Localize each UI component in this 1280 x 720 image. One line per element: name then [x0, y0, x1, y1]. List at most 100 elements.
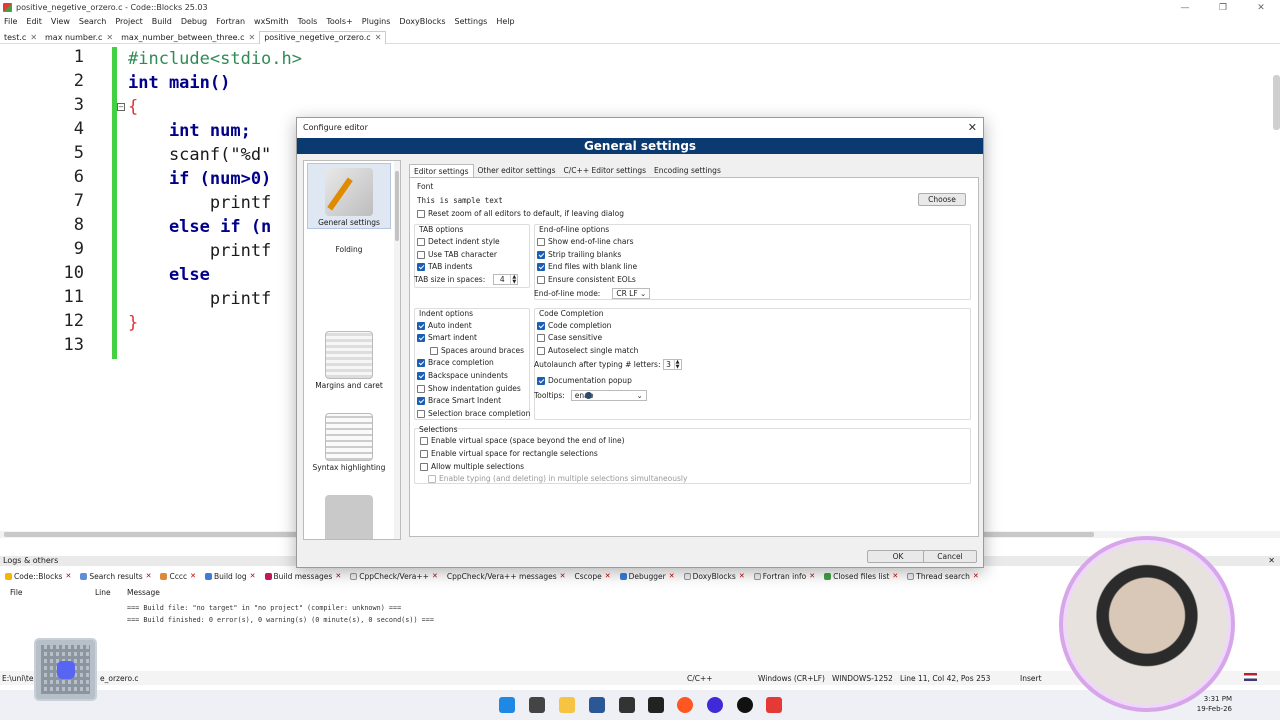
scroll-thumb[interactable]: [395, 171, 399, 241]
close-tab-icon[interactable]: ✕: [669, 572, 675, 580]
maximize-button[interactable]: ❐: [1204, 0, 1242, 15]
ok-button[interactable]: OK: [867, 550, 929, 563]
menu-wxsmith[interactable]: wxSmith: [254, 17, 289, 26]
reset-zoom-checkbox[interactable]: Reset zoom of all editors to default, if…: [417, 209, 624, 218]
menu-settings[interactable]: Settings: [455, 17, 488, 26]
tab-editor-settings[interactable]: Editor settings: [409, 164, 474, 177]
tab-indents-checkbox[interactable]: TAB indents: [417, 262, 472, 271]
category-syntax-highlighting[interactable]: Syntax highlighting: [307, 409, 391, 475]
file-tab[interactable]: test.c ✕: [0, 31, 41, 44]
menu-plugins[interactable]: Plugins: [362, 17, 391, 26]
log-tab[interactable]: DoxyBlocks ✕: [683, 572, 745, 581]
close-logs-icon[interactable]: ✕: [1268, 556, 1275, 566]
backspace-unindents-checkbox[interactable]: Backspace unindents: [417, 371, 508, 380]
choose-font-button[interactable]: Choose: [918, 193, 966, 206]
checkbox-box[interactable]: [417, 237, 425, 246]
checkbox-box[interactable]: [537, 250, 545, 259]
column-line[interactable]: Line: [95, 588, 111, 597]
use-tab-checkbox[interactable]: Use TAB character: [417, 250, 497, 259]
language-flag-icon[interactable]: [1244, 673, 1257, 681]
checkbox-box[interactable]: [417, 396, 425, 405]
close-tab-icon[interactable]: ✕: [809, 572, 815, 580]
obs-icon[interactable]: [707, 697, 723, 713]
codeblocks-taskbar-icon[interactable]: [766, 697, 782, 713]
spinner-arrows-icon[interactable]: ▲ ▼: [673, 359, 681, 370]
start-menu-icon[interactable]: [499, 697, 515, 713]
checkbox-box[interactable]: [537, 376, 545, 385]
column-message[interactable]: Message: [127, 588, 160, 597]
checkbox-box[interactable]: [417, 358, 425, 367]
spaces-around-braces-checkbox[interactable]: Spaces around braces: [430, 346, 524, 355]
log-tab[interactable]: CppCheck/Vera++ ✕: [350, 572, 438, 581]
close-tab-icon[interactable]: ✕: [892, 572, 898, 580]
checkbox-box[interactable]: [537, 321, 545, 330]
log-tab[interactable]: Thread search ✕: [907, 572, 979, 581]
calendar-icon[interactable]: [619, 697, 635, 713]
dialog-close-icon[interactable]: ✕: [968, 121, 977, 134]
close-tab-icon[interactable]: ✕: [560, 572, 566, 580]
log-tab[interactable]: Debugger ✕: [619, 572, 675, 581]
tab-encoding-settings[interactable]: Encoding settings: [650, 164, 725, 177]
menu-edit[interactable]: Edit: [26, 17, 42, 26]
notion-icon[interactable]: [648, 697, 664, 713]
log-tab[interactable]: CppCheck/Vera++ messages ✕: [447, 572, 566, 581]
column-file[interactable]: File: [10, 588, 23, 597]
task-view-icon[interactable]: [529, 697, 545, 713]
multiple-selections-checkbox[interactable]: Allow multiple selections: [420, 462, 524, 471]
close-tab-icon[interactable]: ✕: [605, 572, 611, 580]
checkbox-box[interactable]: [430, 346, 438, 355]
category-folding[interactable]: Folding: [307, 245, 391, 311]
menu-file[interactable]: File: [4, 17, 17, 26]
close-tab-icon[interactable]: ✕: [375, 33, 382, 42]
close-tab-icon[interactable]: ✕: [146, 572, 152, 580]
obs-studio-icon[interactable]: [737, 697, 753, 713]
smart-indent-checkbox[interactable]: Smart indent: [417, 333, 477, 342]
checkbox-box[interactable]: [417, 250, 425, 259]
close-tab-icon[interactable]: ✕: [432, 572, 438, 580]
log-tab[interactable]: Search results ✕: [80, 572, 151, 581]
case-sensitive-checkbox[interactable]: Case sensitive: [537, 333, 602, 342]
close-tab-icon[interactable]: ✕: [30, 33, 37, 42]
checkbox-box[interactable]: [420, 462, 428, 471]
checkbox-box[interactable]: [417, 262, 425, 271]
checkbox-box[interactable]: [537, 237, 545, 246]
log-tab-active[interactable]: Build messages ✕: [264, 572, 341, 581]
menu-search[interactable]: Search: [79, 17, 106, 26]
close-tab-icon[interactable]: ✕: [250, 572, 256, 580]
log-tab[interactable]: Cscope ✕: [575, 572, 611, 581]
detect-indent-checkbox[interactable]: Detect indent style: [417, 237, 500, 246]
spinner-arrows-icon[interactable]: ▲ ▼: [510, 274, 517, 285]
show-eol-checkbox[interactable]: Show end-of-line chars: [537, 237, 634, 246]
log-tab[interactable]: Fortran info ✕: [753, 572, 815, 581]
menu-view[interactable]: View: [51, 17, 70, 26]
tooltips-select[interactable]: enab⌄: [570, 390, 647, 401]
menu-fortran[interactable]: Fortran: [216, 17, 245, 26]
menu-build[interactable]: Build: [152, 17, 172, 26]
log-tab[interactable]: Closed files list ✕: [824, 572, 898, 581]
checkbox-box[interactable]: [417, 371, 425, 380]
editor-vertical-scrollbar[interactable]: [1273, 75, 1280, 130]
close-tab-icon[interactable]: ✕: [248, 33, 255, 42]
end-blank-line-checkbox[interactable]: End files with blank line: [537, 262, 637, 271]
log-tab[interactable]: Cccc ✕: [160, 572, 196, 581]
close-tab-icon[interactable]: ✕: [973, 572, 979, 580]
calculator-icon[interactable]: [589, 697, 605, 713]
menu-project[interactable]: Project: [115, 17, 142, 26]
category-more[interactable]: [307, 491, 391, 539]
documentation-popup-checkbox[interactable]: Documentation popup: [537, 376, 632, 385]
log-tab[interactable]: Build log ✕: [204, 572, 256, 581]
checkbox-box[interactable]: [420, 449, 428, 458]
checkbox-box[interactable]: [537, 346, 545, 355]
checkbox-box[interactable]: [417, 333, 425, 342]
checkbox-box[interactable]: [537, 275, 545, 284]
brace-smart-indent-checkbox[interactable]: Brace Smart Indent: [417, 396, 501, 405]
menu-help[interactable]: Help: [496, 17, 514, 26]
checkbox-box[interactable]: [417, 384, 425, 393]
checkbox-box[interactable]: [537, 262, 545, 271]
eol-mode-select[interactable]: CR LF ⌄: [612, 288, 651, 299]
autoselect-checkbox[interactable]: Autoselect single match: [537, 346, 638, 355]
show-indent-guides-checkbox[interactable]: Show indentation guides: [417, 384, 521, 393]
close-tab-icon[interactable]: ✕: [190, 572, 196, 580]
menu-tools[interactable]: Tools: [298, 17, 318, 26]
menu-debug[interactable]: Debug: [181, 17, 207, 26]
